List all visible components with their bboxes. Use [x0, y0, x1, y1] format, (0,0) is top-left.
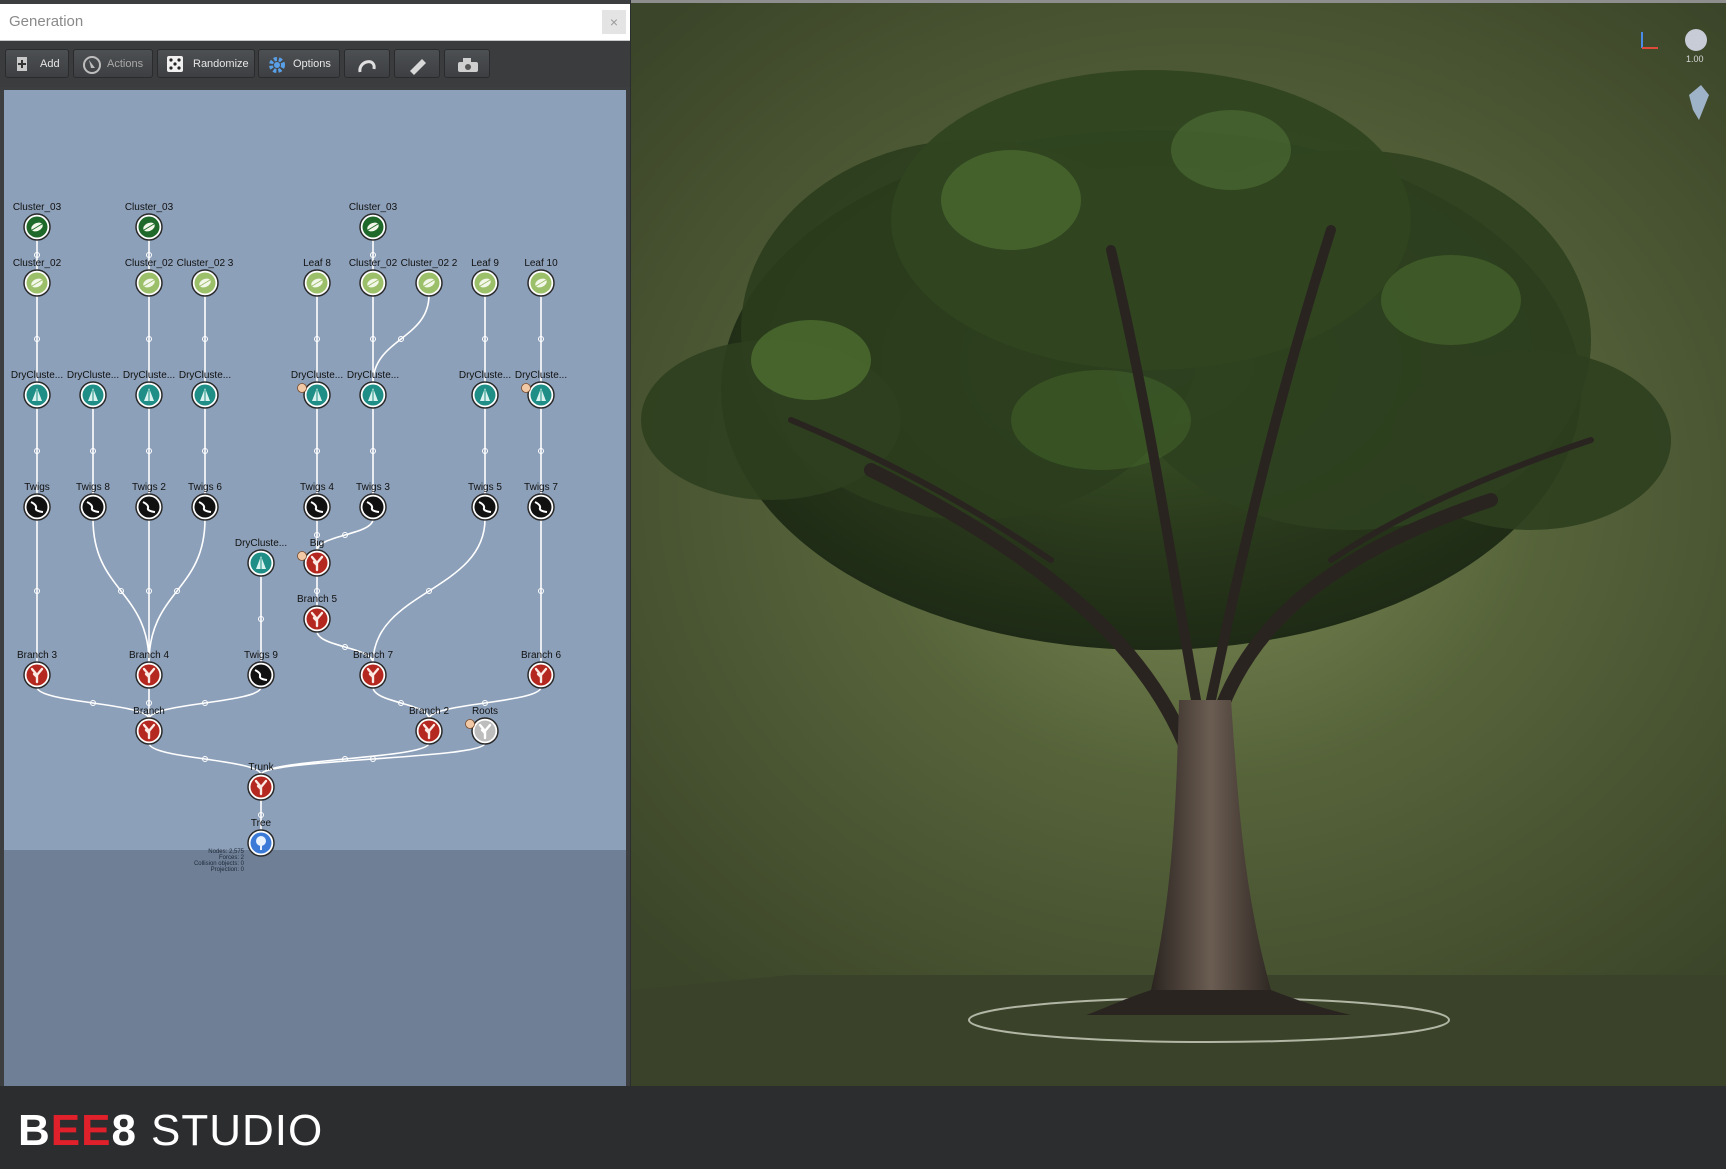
node-label: Branch	[133, 706, 165, 717]
node-label: DryCluste...	[459, 370, 511, 381]
node-label: Cluster_02	[125, 258, 174, 269]
node-label: Roots	[472, 706, 498, 717]
warning-badge-icon	[297, 383, 307, 393]
node-label: Branch 6	[521, 650, 561, 661]
graph-floor	[4, 850, 626, 1086]
node-label: Branch 4	[129, 650, 169, 661]
node-label: Twigs 4	[300, 482, 334, 493]
magnet-button[interactable]	[344, 49, 390, 78]
node-label: Cluster_02	[349, 258, 398, 269]
tree-canopy	[641, 70, 1671, 650]
node-label: Leaf 8	[303, 258, 331, 269]
add-button[interactable]: Add	[5, 49, 69, 78]
node-label: Twigs 8	[76, 482, 110, 493]
graph-background	[4, 90, 626, 850]
brand-logo: BEE8 STUDIO	[18, 1106, 324, 1155]
tree-stat: Projection: 0	[211, 867, 245, 873]
axis-gizmo	[1641, 32, 1658, 49]
node-label: Twigs 5	[468, 482, 502, 493]
node-label: Cluster_02 2	[401, 258, 458, 269]
footer-bar: BEE8 STUDIO	[0, 1086, 1726, 1169]
node-label: DryCluste...	[291, 370, 343, 381]
node-label: Twigs 9	[244, 650, 278, 661]
zoom-label: 1.00	[1686, 54, 1704, 64]
node-label: Twigs	[24, 482, 50, 493]
add-icon	[17, 57, 27, 71]
panel-title: Generation	[9, 13, 84, 30]
node-label: Branch 7	[353, 650, 393, 661]
graph-node-l9[interactable]: Leaf 9	[471, 258, 499, 297]
node-label: Cluster_03	[13, 202, 62, 213]
graph-node-l8[interactable]: Leaf 8	[303, 258, 331, 297]
graph-node-t1[interactable]: Twigs	[23, 482, 51, 521]
node-label: DryCluste...	[11, 370, 63, 381]
magnet-icon	[358, 60, 376, 73]
brush-icon	[410, 59, 426, 75]
warning-badge-icon	[521, 383, 531, 393]
3d-viewport[interactable]: 1.00	[631, 0, 1726, 1086]
node-label: Branch 3	[17, 650, 57, 661]
options-button[interactable]: Options	[258, 49, 340, 78]
node-graph[interactable]: Cluster_03 Cluster_03 Cluster_03 Cluster_02…	[4, 90, 626, 1086]
node-label: Leaf 9	[471, 258, 499, 269]
node-label: DryCluste...	[515, 370, 567, 381]
wind-fan-icon[interactable]	[1689, 85, 1709, 120]
graph-node-trunk[interactable]: Trunk	[247, 762, 275, 801]
node-label: Big	[310, 538, 324, 549]
randomize-button[interactable]: Randomize	[157, 49, 255, 78]
node-graph-canvas[interactable]: Cluster_03 Cluster_03 Cluster_03 Cluster_02…	[4, 90, 626, 1086]
node-label: Cluster_02	[13, 258, 62, 269]
node-label: DryCluste...	[179, 370, 231, 381]
node-label: Twigs 6	[188, 482, 222, 493]
gear-icon	[269, 57, 285, 73]
graph-node-tree[interactable]: Tree	[247, 818, 275, 857]
camera-button[interactable]	[444, 49, 490, 78]
tree-trunk	[1151, 700, 1271, 990]
node-label: DryCluste...	[67, 370, 119, 381]
node-label: Branch 5	[297, 594, 337, 605]
node-label: Cluster_03	[125, 202, 174, 213]
actions-icon	[83, 56, 101, 74]
node-label: Tree	[251, 818, 272, 829]
node-label: Trunk	[248, 762, 274, 773]
light-bulb-icon[interactable]	[1685, 29, 1707, 51]
generation-panel: Generation × Add Actions Randomize Optio…	[0, 0, 630, 1086]
close-button[interactable]: ×	[602, 10, 626, 34]
camera-icon	[458, 58, 478, 72]
node-label: DryCluste...	[347, 370, 399, 381]
node-label: Twigs 2	[132, 482, 166, 493]
node-label: Twigs 7	[524, 482, 558, 493]
viewport-scene[interactable]: 1.00	[631, 0, 1726, 1086]
panel-title-bar: Generation ×	[0, 4, 630, 41]
node-label: Cluster_02 3	[177, 258, 234, 269]
actions-button[interactable]: Actions	[73, 49, 153, 78]
node-label: Leaf 10	[524, 258, 558, 269]
node-label: DryCluste...	[235, 538, 287, 549]
node-label: Twigs 3	[356, 482, 390, 493]
dice-icon	[167, 56, 183, 72]
node-label: DryCluste...	[123, 370, 175, 381]
warning-badge-icon	[297, 551, 307, 561]
brush-button[interactable]	[394, 49, 440, 78]
toolbar: Add Actions Randomize Options	[0, 41, 630, 87]
node-label: Cluster_03	[349, 202, 398, 213]
graph-node-br[interactable]: Branch	[133, 706, 165, 745]
node-label: Branch 2	[409, 706, 449, 717]
warning-badge-icon	[465, 719, 475, 729]
